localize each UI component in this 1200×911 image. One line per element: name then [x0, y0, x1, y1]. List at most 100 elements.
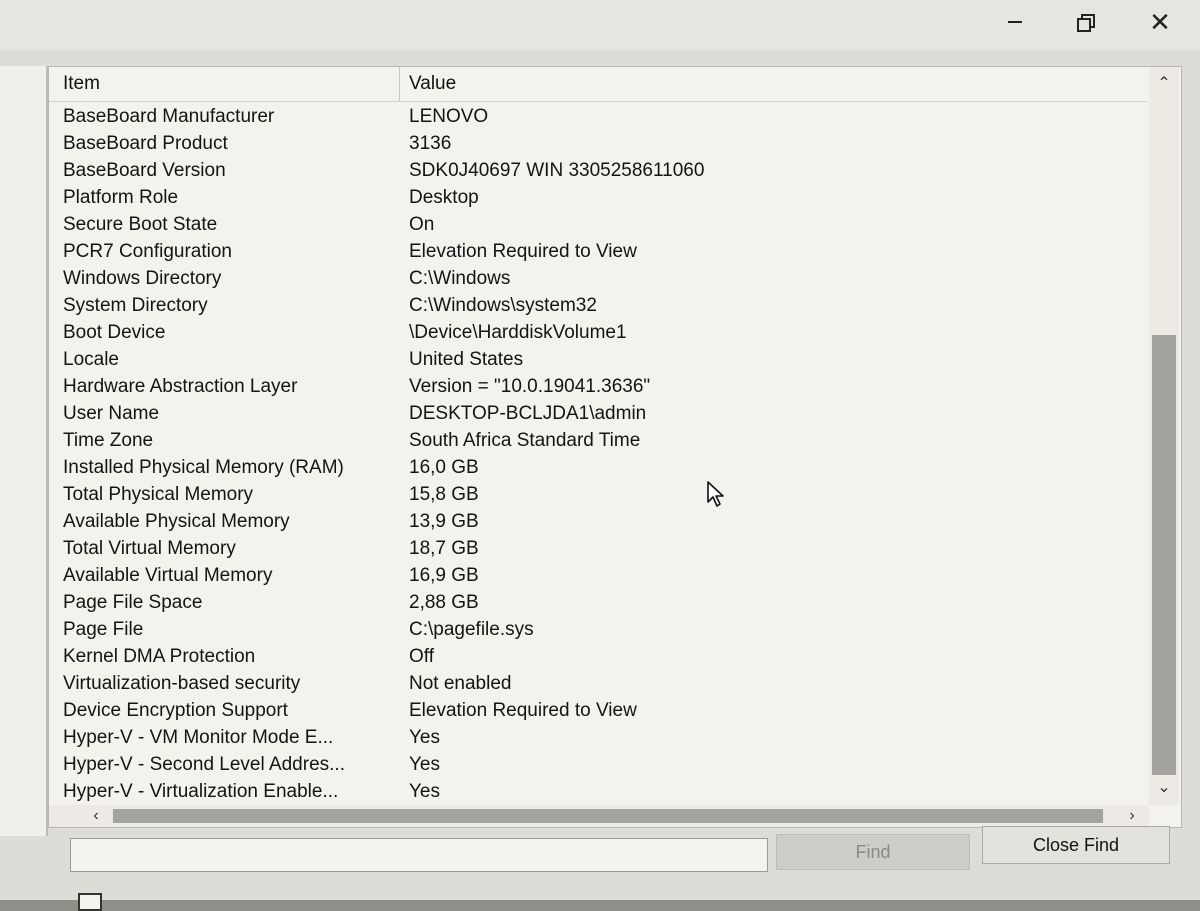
row-item-label: Available Virtual Memory [63, 565, 273, 586]
horizontal-scroll-thumb[interactable] [113, 809, 1103, 823]
row-item-label: Page File [63, 619, 144, 640]
list-row[interactable]: System Directory C:\Windows\system32 [49, 292, 1147, 319]
list-row[interactable]: BaseBoard Version SDK0J40697 WIN 33052586… [49, 157, 1147, 184]
row-value: Not enabled [409, 673, 512, 694]
row-value: 15,8 GB [409, 484, 479, 505]
list-row[interactable]: BaseBoard Product 3136 [49, 130, 1147, 157]
list-row[interactable]: Total Virtual Memory 18,7 GB [49, 535, 1147, 562]
row-value: DESKTOP-BCLJDA1\admin [409, 403, 647, 424]
vertical-scroll-thumb[interactable] [1152, 335, 1176, 775]
row-value: C:\pagefile.sys [409, 619, 534, 640]
row-value: 2,88 GB [409, 592, 479, 613]
row-item-label: Installed Physical Memory (RAM) [63, 457, 344, 478]
row-item-label: Hyper-V - VM Monitor Mode E... [63, 727, 334, 748]
row-item-label: Platform Role [63, 187, 179, 208]
list-row[interactable]: Hyper-V - Second Level Addres... Yes [49, 751, 1147, 778]
list-row[interactable]: Windows Directory C:\Windows [49, 265, 1147, 292]
row-item-label: BaseBoard Version [63, 160, 226, 181]
vertical-scrollbar[interactable]: ⌃ ⌄ [1149, 67, 1179, 805]
list-row[interactable]: Hardware Abstraction Layer Version = "10.… [49, 373, 1147, 400]
row-item-label: System Directory [63, 295, 208, 316]
find-input[interactable] [70, 838, 768, 872]
column-header-value[interactable]: Value [409, 73, 456, 95]
row-value: On [409, 214, 435, 235]
list-rows: BaseBoard Manufacturer LENOVO BaseBoard Pr… [49, 103, 1147, 827]
row-item-label: Kernel DMA Protection [63, 646, 256, 667]
list-row[interactable]: Virtualization-based security Not enabled [49, 670, 1147, 697]
list-row[interactable]: Page File C:\pagefile.sys [49, 616, 1147, 643]
row-item-label: Boot Device [63, 322, 166, 343]
list-row[interactable]: Available Physical Memory 13,9 GB [49, 508, 1147, 535]
row-value: 13,9 GB [409, 511, 479, 532]
row-value: 16,0 GB [409, 457, 479, 478]
list-row[interactable]: PCR7 Configuration Elevation Required to … [49, 238, 1147, 265]
system-information-window: ✕ Item Value BaseBoard Manufacturer LENOV… [0, 0, 1200, 911]
list-row[interactable]: Total Physical Memory 15,8 GB [49, 481, 1147, 508]
chevron-right-icon: › [1129, 807, 1135, 824]
row-value: United States [409, 349, 524, 370]
find-button[interactable]: Find [776, 834, 970, 870]
row-item-label: Windows Directory [63, 268, 222, 289]
row-value: LENOVO [409, 106, 489, 127]
row-item-label: Total Physical Memory [63, 484, 254, 505]
chevron-down-icon: ⌄ [1157, 779, 1171, 796]
row-item-label: Virtualization-based security [63, 673, 301, 694]
list-row[interactable]: Hyper-V - Virtualization Enable... Yes [49, 778, 1147, 805]
row-value: Version = "10.0.19041.3636" [409, 376, 651, 397]
column-header-item[interactable]: Item [63, 73, 100, 95]
list-row[interactable]: BaseBoard Manufacturer LENOVO [49, 103, 1147, 130]
list-row[interactable]: Locale United States [49, 346, 1147, 373]
list-row[interactable]: Page File Space 2,88 GB [49, 589, 1147, 616]
restore-button[interactable] [1050, 2, 1120, 42]
close-icon: ✕ [1149, 6, 1171, 37]
list-row[interactable]: Time Zone South Africa Standard Time [49, 427, 1147, 454]
chevron-left-icon: ‹ [93, 807, 99, 824]
row-value: Desktop [409, 187, 479, 208]
row-value: Yes [409, 781, 440, 802]
category-tree-pane[interactable] [0, 66, 48, 836]
close-window-button[interactable]: ✕ [1125, 2, 1195, 42]
scroll-down-button[interactable]: ⌄ [1149, 775, 1179, 799]
list-row[interactable]: Secure Boot State On [49, 211, 1147, 238]
row-item-label: Page File Space [63, 592, 203, 613]
list-row[interactable]: Device Encryption Support Elevation Requi… [49, 697, 1147, 724]
list-row[interactable]: Available Virtual Memory 16,9 GB [49, 562, 1147, 589]
scroll-up-button[interactable]: ⌃ [1149, 71, 1179, 95]
minimize-button[interactable] [980, 2, 1050, 42]
close-find-button[interactable]: Close Find [982, 826, 1170, 864]
list-row[interactable]: User Name DESKTOP-BCLJDA1\admin [49, 400, 1147, 427]
row-value: 16,9 GB [409, 565, 479, 586]
chevron-up-icon: ⌃ [1157, 75, 1171, 92]
row-value: \Device\HarddiskVolume1 [409, 322, 627, 343]
row-value: SDK0J40697 WIN 3305258611060 [409, 160, 705, 181]
row-value: 18,7 GB [409, 538, 479, 559]
row-item-label: Available Physical Memory [63, 511, 290, 532]
horizontal-scrollbar[interactable]: ‹ › [49, 805, 1149, 827]
title-bar: ✕ [0, 0, 1200, 50]
details-list[interactable]: Item Value BaseBoard Manufacturer LENOVO B… [48, 66, 1182, 828]
row-value: C:\Windows\system32 [409, 295, 597, 316]
list-row[interactable]: Kernel DMA Protection Off [49, 643, 1147, 670]
list-row[interactable]: Boot Device \Device\HarddiskVolume1 [49, 319, 1147, 346]
row-value: Yes [409, 727, 440, 748]
restore-icon [1077, 14, 1095, 32]
search-option-checkbox[interactable] [78, 893, 102, 911]
list-row[interactable]: Platform Role Desktop [49, 184, 1147, 211]
list-header: Item Value [49, 67, 1147, 102]
scroll-left-button[interactable]: ‹ [83, 805, 109, 827]
row-value: Elevation Required to View [409, 241, 637, 262]
row-value: 3136 [409, 133, 452, 154]
row-item-label: Secure Boot State [63, 214, 218, 235]
column-divider[interactable] [399, 67, 400, 101]
row-item-label: User Name [63, 403, 160, 424]
list-row[interactable]: Hyper-V - VM Monitor Mode E... Yes [49, 724, 1147, 751]
row-item-label: Time Zone [63, 430, 154, 451]
row-value: Yes [409, 754, 440, 775]
list-row[interactable]: Installed Physical Memory (RAM) 16,0 GB [49, 454, 1147, 481]
row-item-label: BaseBoard Manufacturer [63, 106, 275, 127]
row-value: Elevation Required to View [409, 700, 637, 721]
scroll-right-button[interactable]: › [1119, 805, 1145, 827]
row-item-label: Hyper-V - Virtualization Enable... [63, 781, 339, 802]
row-value: South Africa Standard Time [409, 430, 641, 451]
row-item-label: Hardware Abstraction Layer [63, 376, 298, 397]
